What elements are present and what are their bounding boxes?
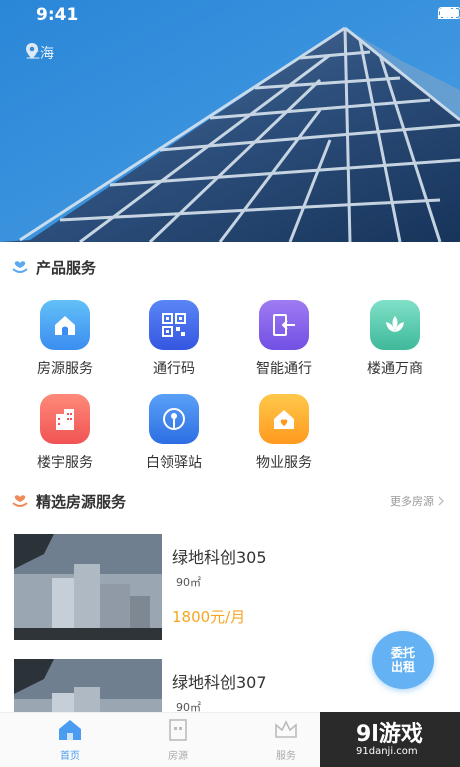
service-white-collar-station[interactable]: 白领驿站 xyxy=(119,394,229,472)
building-icon xyxy=(169,719,187,741)
status-bar: 9:41 xyxy=(0,0,460,30)
tab-home[interactable]: 首页 xyxy=(40,717,100,762)
products-section-header: 产品服务 xyxy=(0,249,460,285)
service-building[interactable]: 楼宇服务 xyxy=(10,394,120,472)
service-white-collar-station-tile xyxy=(149,394,199,444)
service-passcode-tile xyxy=(149,300,199,350)
listing-card[interactable]: 绿地科创305 90㎡ 1800元/月 xyxy=(14,534,446,640)
heart-hands-icon xyxy=(12,261,28,273)
entrust-rent-button[interactable]: 委托 出租 xyxy=(372,631,434,689)
listing-thumbnail xyxy=(14,534,162,640)
service-label: 楼宇服务 xyxy=(37,455,93,471)
chevron-right-icon xyxy=(438,496,444,506)
listing-building-image xyxy=(14,659,162,712)
listing-building-image xyxy=(14,534,162,640)
tab-services[interactable]: 服务 xyxy=(256,717,316,762)
home-heart-icon xyxy=(274,410,294,429)
listing-thumbnail xyxy=(14,659,162,712)
listing-area: 90㎡ xyxy=(176,701,201,712)
heart-hands-icon xyxy=(12,495,28,507)
service-passcode[interactable]: 通行码 xyxy=(119,300,229,378)
more-listings-link[interactable]: 更多房源 xyxy=(390,493,444,509)
featured-title: 精选房源服务 xyxy=(36,492,127,511)
more-listings-label: 更多房源 xyxy=(390,495,434,508)
fab-line2: 出租 xyxy=(390,660,415,674)
status-time: 9:41 xyxy=(36,5,79,25)
crown-hands-icon xyxy=(275,720,297,738)
featured-section-header: 精选房源服务 更多房源 xyxy=(0,483,460,519)
service-label: 白领驿站 xyxy=(146,455,202,471)
tab-label: 首页 xyxy=(60,751,80,762)
listing-price: 1800元/月 xyxy=(172,608,246,626)
fab-line1: 委托 xyxy=(390,646,415,660)
service-label: 智能通行 xyxy=(256,361,312,377)
glass-building-image xyxy=(0,0,460,242)
service-label: 楼通万商 xyxy=(367,361,423,377)
service-merchants-tile xyxy=(370,300,420,350)
service-property[interactable]: 物业服务 xyxy=(229,394,339,472)
service-label: 房源服务 xyxy=(37,361,93,377)
tab-label: 服务 xyxy=(276,751,296,762)
watermark-url: 91danji.com xyxy=(356,746,418,757)
tab-label: 房源 xyxy=(168,751,188,762)
lotus-icon xyxy=(386,316,404,332)
door-enter-icon xyxy=(273,314,295,336)
house-icon xyxy=(55,316,75,335)
hero-banner: 9:41 上海 xyxy=(0,0,460,242)
service-house-tile xyxy=(40,300,90,350)
home-icon xyxy=(59,720,81,740)
location-selector[interactable]: 上海 xyxy=(26,43,54,63)
building-icon xyxy=(56,409,74,430)
service-property-tile xyxy=(259,394,309,444)
location-pin-icon xyxy=(26,43,38,59)
qrcode-icon xyxy=(162,313,186,337)
listing-title: 绿地科创307 xyxy=(172,673,267,692)
service-label: 通行码 xyxy=(153,361,195,377)
location-pin-icon xyxy=(163,408,185,430)
tab-listings[interactable]: 房源 xyxy=(148,717,208,762)
service-smart-access-tile xyxy=(259,300,309,350)
battery-icon xyxy=(438,7,460,19)
service-smart-access[interactable]: 智能通行 xyxy=(229,300,339,378)
service-building-tile xyxy=(40,394,90,444)
service-merchants[interactable]: 楼通万商 xyxy=(340,300,450,378)
products-title: 产品服务 xyxy=(36,258,97,277)
listing-area: 90㎡ xyxy=(176,576,201,589)
service-label: 物业服务 xyxy=(256,455,312,471)
service-house[interactable]: 房源服务 xyxy=(10,300,120,378)
watermark-logo: 9l游戏 xyxy=(356,722,423,747)
listing-title: 绿地科创305 xyxy=(172,548,267,567)
